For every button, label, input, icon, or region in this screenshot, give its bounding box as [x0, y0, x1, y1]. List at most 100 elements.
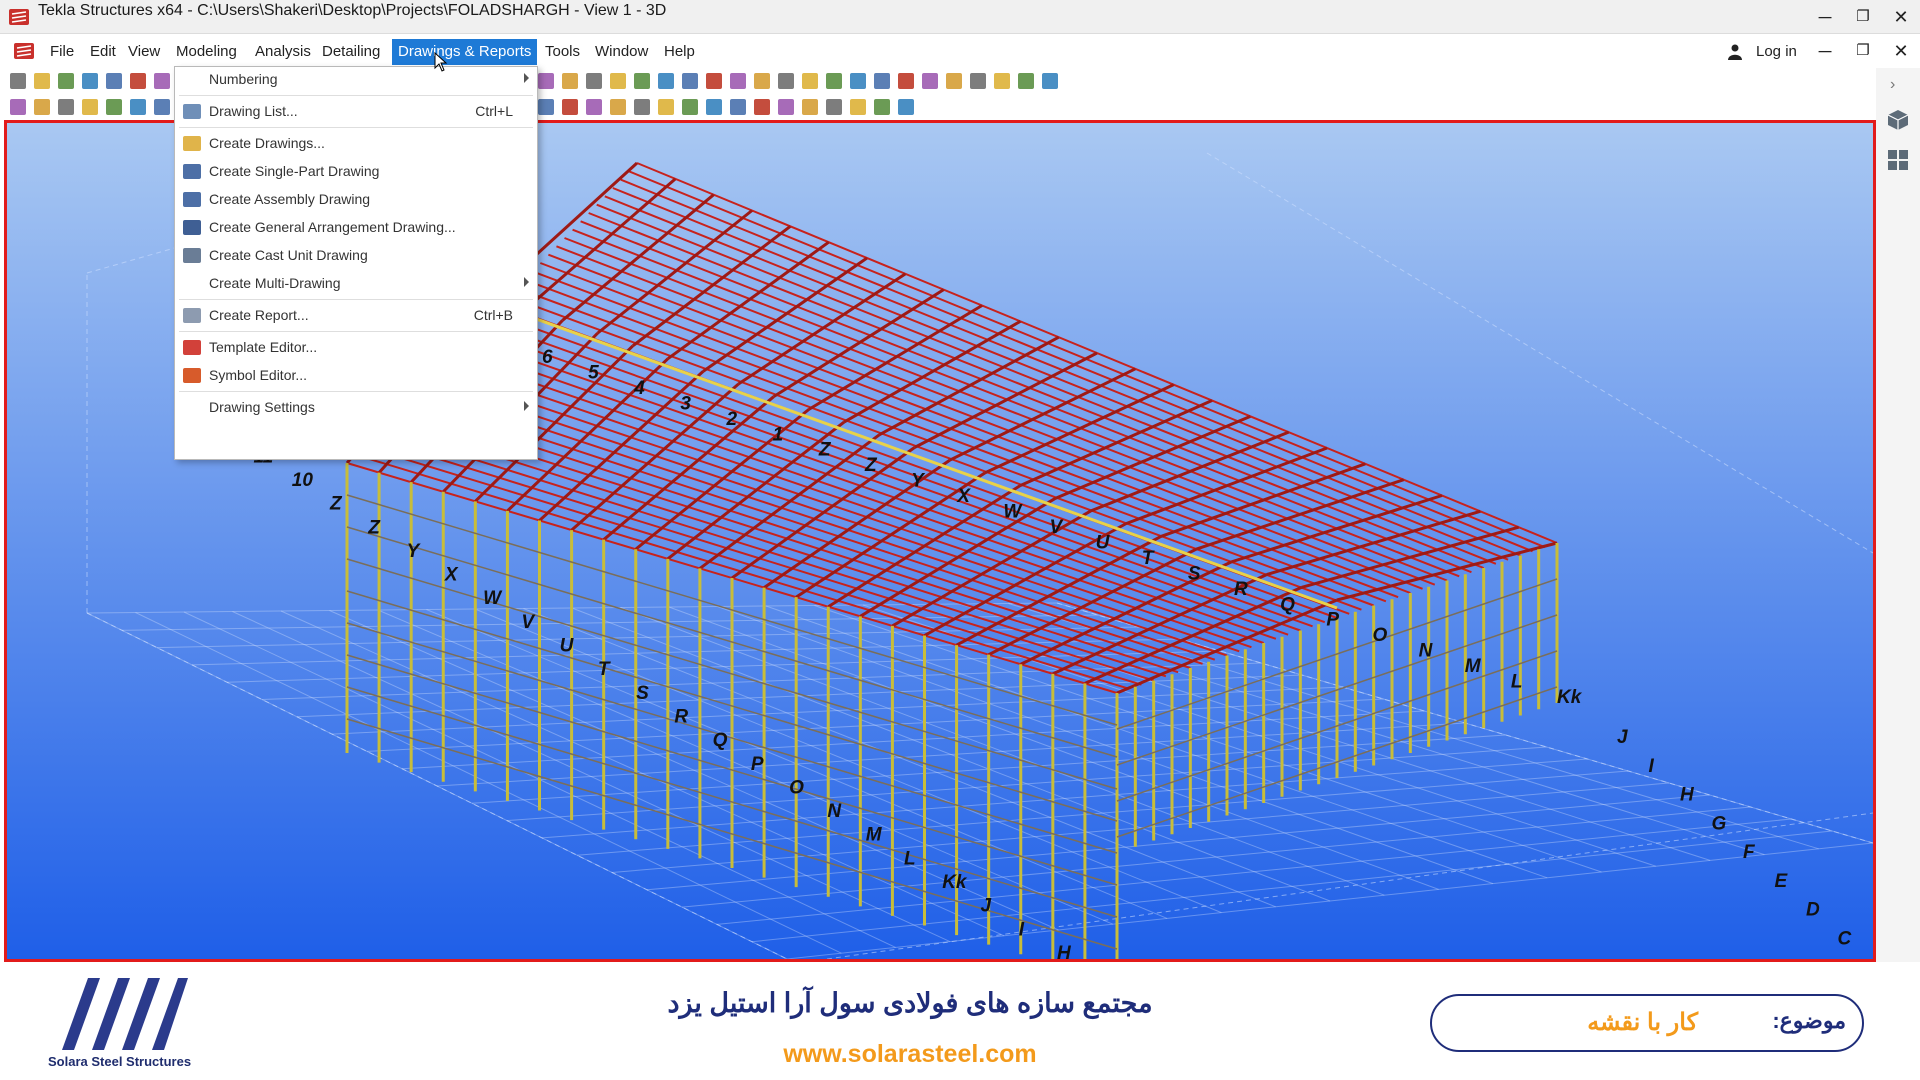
menu-create-cast-unit-drawing[interactable]: Create Cast Unit Drawing — [175, 243, 537, 269]
toolbar-tool-icon[interactable] — [610, 73, 626, 89]
toolbar-tool-icon[interactable] — [850, 73, 866, 89]
toolbar-tool-icon[interactable] — [58, 73, 74, 89]
menu-window[interactable]: Window — [589, 39, 654, 65]
toolbar-tool-icon[interactable] — [802, 73, 818, 89]
toolbar-tool-icon[interactable] — [130, 99, 146, 115]
toolbar-tool-icon[interactable] — [658, 99, 674, 115]
menu-create-single-part-drawing[interactable]: Create Single-Part Drawing — [175, 159, 537, 185]
menu-edit[interactable]: Edit — [84, 39, 122, 65]
menu-drawing-settings[interactable]: Drawing Settings — [175, 395, 537, 421]
toolbar-tool-icon[interactable] — [874, 73, 890, 89]
menu-drawings-reports[interactable]: Drawings & Reports — [392, 39, 538, 65]
toolbar-tool-icon[interactable] — [154, 99, 170, 115]
menu-symbol-editor[interactable]: Symbol Editor... — [175, 363, 537, 389]
toolbar-tool-icon[interactable] — [634, 73, 650, 89]
doc-close-button[interactable]: ✕ — [1888, 38, 1914, 64]
menu-create-report[interactable]: Create Report... Ctrl+B — [175, 303, 537, 329]
toolbar-tool-icon[interactable] — [10, 73, 26, 89]
toolbar-tool-icon[interactable] — [34, 99, 50, 115]
toolbar-tool-icon[interactable] — [586, 99, 602, 115]
toolbar-tool-icon[interactable] — [1042, 73, 1058, 89]
toolbar-tool-icon[interactable] — [106, 73, 122, 89]
menu-modeling[interactable]: Modeling — [170, 39, 243, 65]
grid-label: 4 — [633, 378, 645, 399]
topic-box: موضوع: کار با نقشه — [1430, 994, 1864, 1052]
drawings-reports-menu: Numbering Drawing List... Ctrl+L Create … — [174, 66, 538, 460]
toolbar-tool-icon[interactable] — [538, 73, 554, 89]
toolbar-tool-icon[interactable] — [154, 73, 170, 89]
doc-minimize-button[interactable]: ─ — [1812, 38, 1838, 64]
menu-drawing-list[interactable]: Drawing List... Ctrl+L — [175, 99, 537, 125]
toolbar-tool-icon[interactable] — [682, 73, 698, 89]
toolbar-tool-icon[interactable] — [682, 99, 698, 115]
toolbar-tool-icon[interactable] — [730, 99, 746, 115]
toolbar-tool-icon[interactable] — [730, 73, 746, 89]
menu-help[interactable]: Help — [658, 39, 701, 65]
toolbar-tool-icon[interactable] — [898, 73, 914, 89]
toolbar-tool-icon[interactable] — [10, 99, 26, 115]
grid-label: S — [1188, 563, 1201, 584]
toolbar-tool-icon[interactable] — [586, 73, 602, 89]
toolbar-tool-icon[interactable] — [802, 99, 818, 115]
grid-label: T — [598, 659, 611, 680]
menu-numbering[interactable]: Numbering — [175, 67, 537, 93]
toolbar-tool-icon[interactable] — [1018, 73, 1034, 89]
toolbar-tool-icon[interactable] — [898, 99, 914, 115]
menu-create-drawings[interactable]: Create Drawings... — [175, 131, 537, 157]
menu-create-assembly-drawing[interactable]: Create Assembly Drawing — [175, 187, 537, 213]
toolbar-tool-icon[interactable] — [58, 99, 74, 115]
toolbar-tool-icon[interactable] — [130, 73, 146, 89]
toolbar-tool-icon[interactable] — [970, 73, 986, 89]
toolbar-tool-icon[interactable] — [706, 99, 722, 115]
properties-icon[interactable] — [1886, 148, 1910, 172]
login-button[interactable]: Log in — [1756, 39, 1797, 65]
grid-label: G — [1712, 813, 1727, 834]
grid-label: V — [521, 612, 535, 633]
grid-label: P — [1326, 610, 1339, 631]
toolbar-tool-icon[interactable] — [922, 73, 938, 89]
grid-label: R — [1234, 579, 1248, 600]
toolbar-tool-icon[interactable] — [658, 73, 674, 89]
doc-restore-button[interactable]: ❐ — [1850, 38, 1876, 64]
toolbar-tool-icon[interactable] — [82, 99, 98, 115]
close-button[interactable]: ✕ — [1888, 4, 1914, 30]
toolbar-tool-icon[interactable] — [946, 73, 962, 89]
toolbar-tool-icon[interactable] — [706, 73, 722, 89]
toolbar-tool-icon[interactable] — [610, 99, 626, 115]
toolbar-tool-icon[interactable] — [778, 99, 794, 115]
toolbar-tool-icon[interactable] — [82, 73, 98, 89]
menu-template-editor[interactable]: Template Editor... — [175, 335, 537, 361]
toolbar-tool-icon[interactable] — [994, 73, 1010, 89]
chevron-right-icon[interactable]: › — [1890, 76, 1895, 94]
toolbar-tool-icon[interactable] — [562, 99, 578, 115]
menu-separator — [179, 331, 533, 332]
toolbar-tool-icon[interactable] — [754, 99, 770, 115]
cube-icon[interactable] — [1886, 108, 1910, 132]
menu-create-general-arrangement-drawing[interactable]: Create General Arrangement Drawing... — [175, 215, 537, 241]
menu-detailing[interactable]: Detailing — [316, 39, 386, 65]
tekla-menu-icon[interactable] — [12, 40, 36, 62]
grid-label: U — [560, 636, 575, 657]
toolbar-tool-icon[interactable] — [562, 73, 578, 89]
menu-create-multi-drawing[interactable]: Create Multi-Drawing — [175, 271, 537, 297]
toolbar-tool-icon[interactable] — [106, 99, 122, 115]
grid-label: F — [1743, 842, 1756, 863]
toolbar-tool-icon[interactable] — [754, 73, 770, 89]
toolbar-tool-icon[interactable] — [874, 99, 890, 115]
restore-button[interactable]: ❐ — [1850, 4, 1876, 30]
minimize-button[interactable]: ─ — [1812, 4, 1838, 30]
grid-label: M — [866, 825, 883, 846]
menu-file[interactable]: File — [44, 39, 80, 65]
company-website: www.solarasteel.com — [783, 1040, 1037, 1068]
toolbar-tool-icon[interactable] — [778, 73, 794, 89]
menu-analysis[interactable]: Analysis — [249, 39, 317, 65]
toolbar-tool-icon[interactable] — [826, 99, 842, 115]
menu-tools[interactable]: Tools — [539, 39, 586, 65]
toolbar-tool-icon[interactable] — [538, 99, 554, 115]
toolbar-tool-icon[interactable] — [34, 73, 50, 89]
menu-view[interactable]: View — [122, 39, 166, 65]
toolbar-tool-icon[interactable] — [850, 99, 866, 115]
submenu-arrow-icon — [524, 73, 529, 83]
toolbar-tool-icon[interactable] — [826, 73, 842, 89]
toolbar-tool-icon[interactable] — [634, 99, 650, 115]
